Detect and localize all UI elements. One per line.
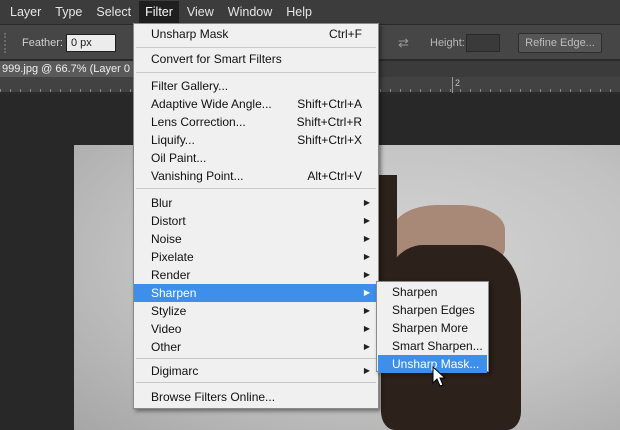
menu-item-filter-gallery[interactable]: Filter Gallery... [134, 77, 378, 95]
arrow-right-icon: ▶ [363, 366, 370, 375]
menu-item-digimarc[interactable]: Digimarc ▶ [134, 362, 378, 380]
menu-item-pixelate[interactable]: Pixelate ▶ [134, 248, 378, 266]
menu-item-lens-correction[interactable]: Lens Correction... Shift+Ctrl+R [134, 113, 378, 131]
arrow-right-icon: ▶ [363, 216, 370, 225]
menu-item-label: Liquify... [151, 133, 195, 147]
menu-item-noise[interactable]: Noise ▶ [134, 230, 378, 248]
menu-item-render[interactable]: Render ▶ [134, 266, 378, 284]
menu-select[interactable]: Select [90, 1, 137, 23]
menu-item-vanishing-point[interactable]: Vanishing Point... Alt+Ctrl+V [134, 167, 378, 185]
refine-edge-button[interactable]: Refine Edge... [518, 33, 602, 53]
menu-item-label: Filter Gallery... [151, 79, 229, 93]
height-label: Height: [430, 37, 465, 49]
shortcut-label: Ctrl+F [329, 27, 362, 41]
menu-type[interactable]: Type [49, 1, 88, 23]
menu-item-blur[interactable]: Blur ▶ [134, 194, 378, 212]
arrow-right-icon: ▶ [363, 234, 370, 243]
menu-item-label: Unsharp Mask [151, 27, 229, 41]
menu-item-last-filter[interactable]: Unsharp Mask Ctrl+F [134, 25, 378, 43]
arrow-right-icon: ▶ [363, 306, 370, 315]
menu-item-distort[interactable]: Distort ▶ [134, 212, 378, 230]
menu-item-sharpen[interactable]: Sharpen ▶ [134, 284, 378, 302]
menu-item-convert-smart-filters[interactable]: Convert for Smart Filters [134, 50, 378, 68]
menu-item-label: Render [151, 268, 191, 282]
arrow-right-icon: ▶ [363, 324, 370, 333]
menu-item-label: Oil Paint... [151, 151, 207, 165]
menu-item-label: Digimarc [151, 364, 199, 378]
menu-filter[interactable]: Filter [139, 1, 179, 23]
arrow-right-icon: ▶ [363, 198, 370, 207]
menu-separator [136, 188, 376, 189]
shortcut-label: Alt+Ctrl+V [307, 169, 362, 183]
arrow-right-icon: ▶ [363, 342, 370, 351]
menu-item-label: Video [151, 322, 182, 336]
menu-item-label: Noise [151, 232, 182, 246]
menu-separator [136, 47, 376, 48]
submenu-item-sharpen-more[interactable]: Sharpen More [378, 319, 487, 337]
options-grip-handle[interactable] [4, 33, 10, 53]
menu-layer[interactable]: Layer [4, 1, 47, 23]
menu-item-label: Browse Filters Online... [151, 390, 276, 404]
shortcut-label: Shift+Ctrl+R [296, 115, 362, 129]
menu-item-label: Adaptive Wide Angle... [151, 97, 272, 111]
menu-item-label: Stylize [151, 304, 187, 318]
submenu-item-sharpen[interactable]: Sharpen [378, 283, 487, 301]
menu-item-browse-filters-online[interactable]: Browse Filters Online... [134, 388, 378, 406]
menu-bar: Layer Type Select Filter View Window Hel… [0, 0, 620, 24]
menu-item-label: Vanishing Point... [151, 169, 244, 183]
feather-input[interactable] [66, 34, 116, 52]
filter-menu: Unsharp Mask Ctrl+F Convert for Smart Fi… [133, 23, 379, 409]
menu-item-label: Convert for Smart Filters [151, 52, 282, 66]
shortcut-label: Shift+Ctrl+X [297, 133, 362, 147]
feather-label: Feather: [22, 37, 63, 49]
ruler-tick [452, 77, 453, 93]
menu-separator [136, 358, 376, 359]
arrow-right-icon: ▶ [363, 252, 370, 261]
menu-item-other[interactable]: Other ▶ [134, 338, 378, 356]
menu-item-label: Other [151, 340, 182, 354]
height-input[interactable] [466, 34, 500, 52]
menu-help[interactable]: Help [280, 1, 318, 23]
shortcut-label: Shift+Ctrl+A [297, 97, 362, 111]
menu-item-liquify[interactable]: Liquify... Shift+Ctrl+X [134, 131, 378, 149]
ruler-label: 2 [455, 78, 461, 88]
menu-separator [136, 72, 376, 73]
arrow-right-icon: ▶ [363, 288, 370, 297]
menu-item-label: Distort [151, 214, 186, 228]
menu-item-label: Sharpen [151, 286, 197, 300]
menu-item-label: Blur [151, 196, 173, 210]
menu-view[interactable]: View [181, 1, 220, 23]
menu-window[interactable]: Window [222, 1, 278, 23]
swap-arrows-icon[interactable]: ⇄ [398, 35, 409, 51]
menu-item-adaptive-wide-angle[interactable]: Adaptive Wide Angle... Shift+Ctrl+A [134, 95, 378, 113]
menu-item-oil-paint[interactable]: Oil Paint... [134, 149, 378, 167]
menu-item-stylize[interactable]: Stylize ▶ [134, 302, 378, 320]
submenu-item-sharpen-edges[interactable]: Sharpen Edges [378, 301, 487, 319]
menu-separator [136, 382, 376, 383]
sharpen-submenu: Sharpen Sharpen Edges Sharpen More Smart… [376, 281, 489, 373]
menu-item-video[interactable]: Video ▶ [134, 320, 378, 338]
submenu-item-smart-sharpen[interactable]: Smart Sharpen... [378, 337, 487, 355]
mouse-pointer-icon [432, 366, 447, 387]
menu-item-label: Pixelate [151, 250, 194, 264]
arrow-right-icon: ▶ [363, 270, 370, 279]
menu-item-label: Lens Correction... [151, 115, 246, 129]
